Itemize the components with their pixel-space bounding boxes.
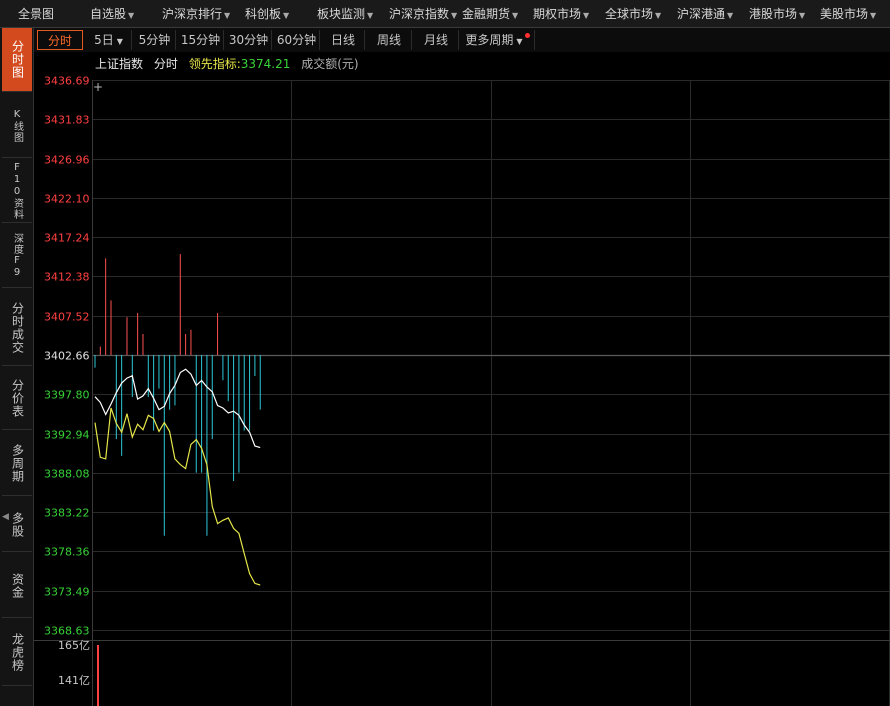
crosshair-plus-icon[interactable]: + [93,80,103,94]
y-axis-tick-label: 3431.83 [44,114,90,127]
y-axis-tick-label: 3417.24 [44,232,90,245]
y-axis-tick-label: 3378.36 [44,546,90,559]
y-axis-tick-label: 3402.66 [44,350,90,363]
intraday-chart[interactable]: 3436.69 3431.83 3426.96 3422.10 3417.24 3412.… [0,0,890,706]
y-axis-tick-label: 3422.10 [44,193,90,206]
y-axis-tick-label: 3436.69 [44,75,90,88]
y-axis-tick-label: 3407.52 [44,311,90,324]
y-axis-tick-label: 3368.63 [44,625,90,638]
volume-bar [97,645,99,706]
y-axis-tick-label: 3388.08 [44,468,90,481]
y-axis-tick-label: 3412.38 [44,271,90,284]
y-axis-tick-label: 3392.94 [44,429,90,442]
price-line [94,368,261,449]
y-axis-tick-label: 3397.80 [44,389,90,402]
y-axis-tick-label: 3383.22 [44,507,90,520]
y-axis-tick-label: 3426.96 [44,154,90,167]
volume-tick-label: 141亿 [58,674,90,687]
volume-tick-label: 165亿 [58,639,90,652]
y-axis-tick-label: 3373.49 [44,586,90,599]
